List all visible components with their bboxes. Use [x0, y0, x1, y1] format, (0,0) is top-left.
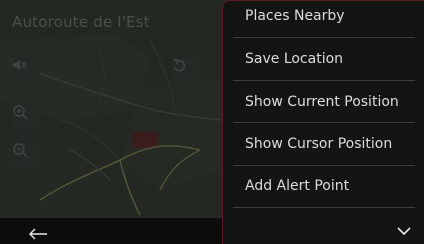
menu-divider — [233, 122, 415, 123]
menu-divider — [233, 165, 415, 166]
menu-item-save-location[interactable]: Save Location — [223, 40, 424, 78]
menu-item-show-current-position[interactable]: Show Current Position — [223, 83, 424, 121]
menu-divider — [233, 207, 415, 208]
speaker-mute-icon[interactable] — [12, 58, 40, 84]
undo-icon[interactable] — [172, 58, 200, 84]
navigation-screen: Autoroute de l'Est Places Nearby Save Lo… — [0, 0, 424, 244]
zoom-out-icon[interactable] — [12, 142, 40, 168]
chevron-down-icon[interactable] — [394, 222, 414, 240]
menu-divider — [233, 37, 415, 38]
zoom-in-icon[interactable] — [12, 104, 40, 130]
context-menu: Places Nearby Save Location Show Current… — [222, 0, 424, 244]
back-arrow-icon[interactable] — [28, 226, 48, 240]
street-name: Autoroute de l'Est — [12, 13, 150, 31]
menu-item-show-cursor-position[interactable]: Show Cursor Position — [223, 125, 424, 163]
menu-item-places-nearby[interactable]: Places Nearby — [223, 0, 424, 35]
menu-item-add-alert-point[interactable]: Add Alert Point — [223, 167, 424, 205]
menu-divider — [233, 80, 415, 81]
